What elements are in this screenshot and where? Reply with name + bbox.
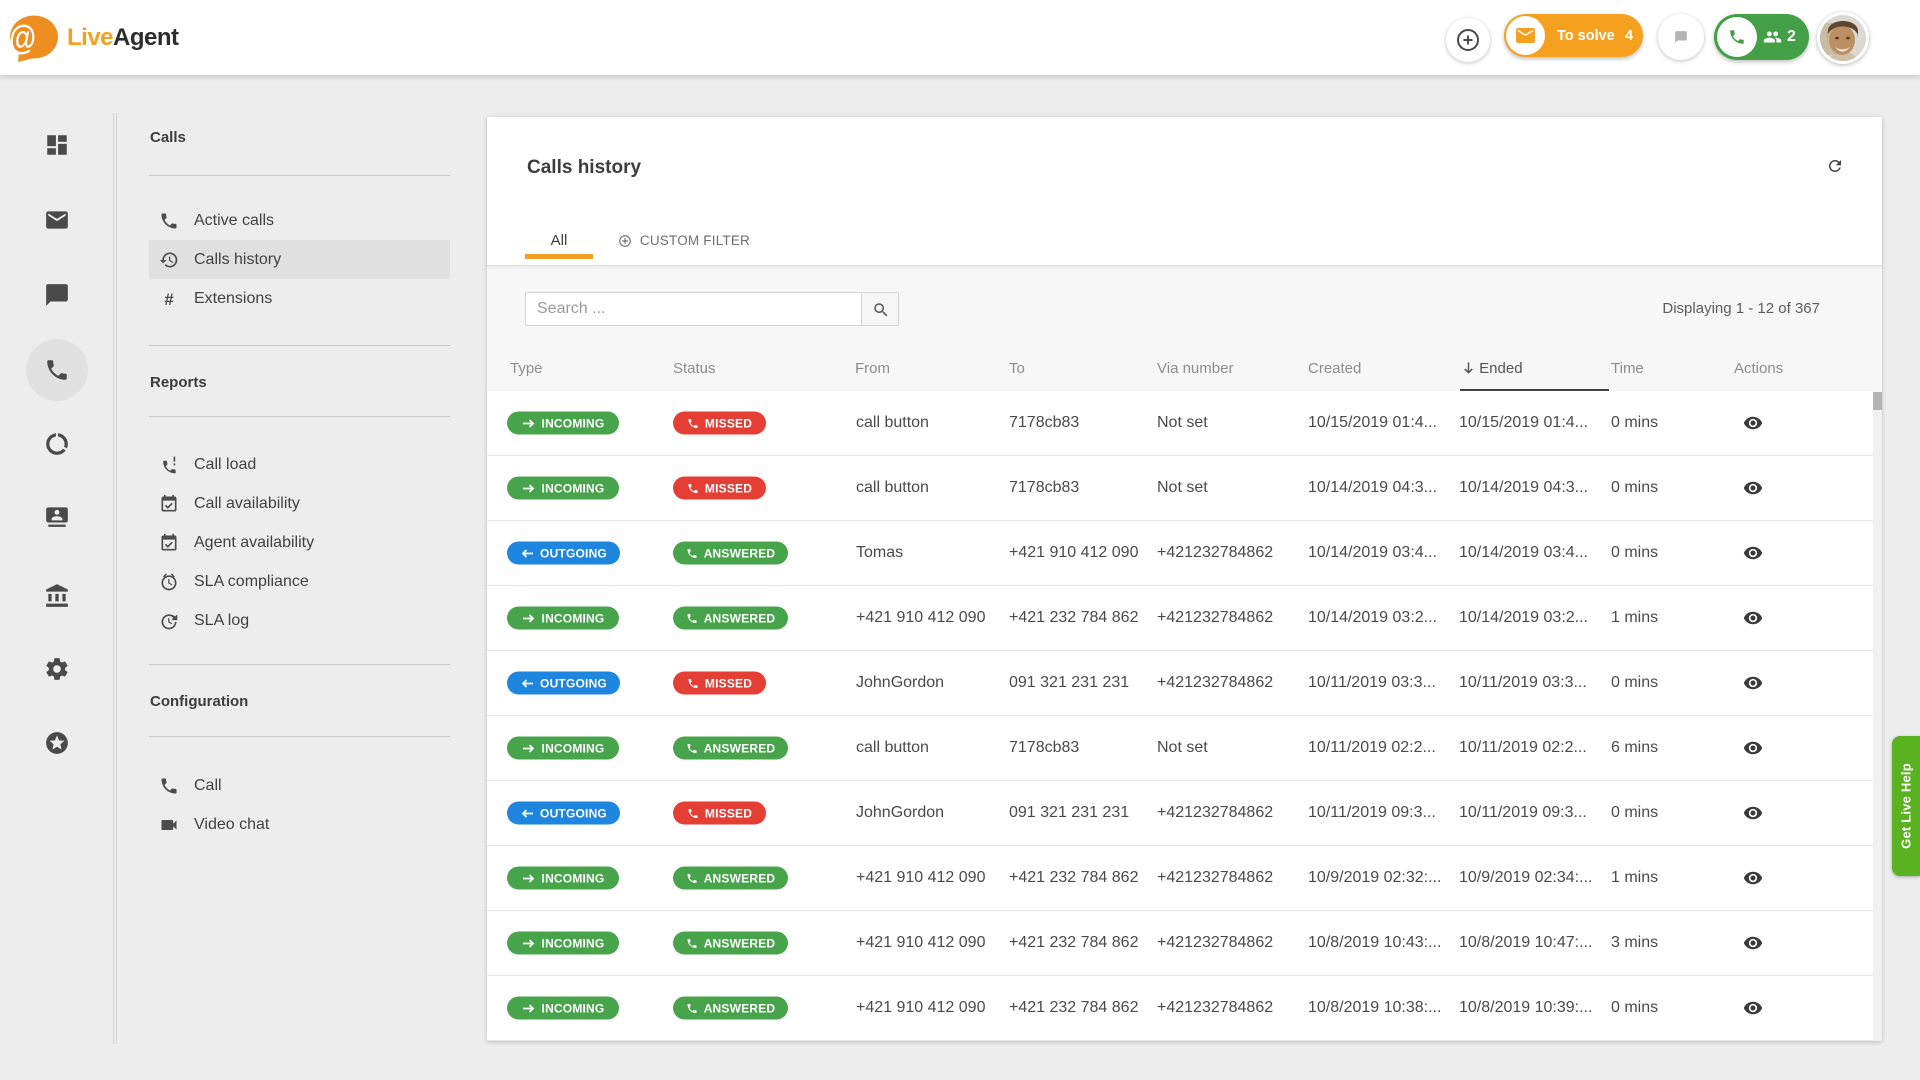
svg-text:#: #	[164, 290, 173, 309]
svg-text:@: @	[10, 19, 36, 57]
